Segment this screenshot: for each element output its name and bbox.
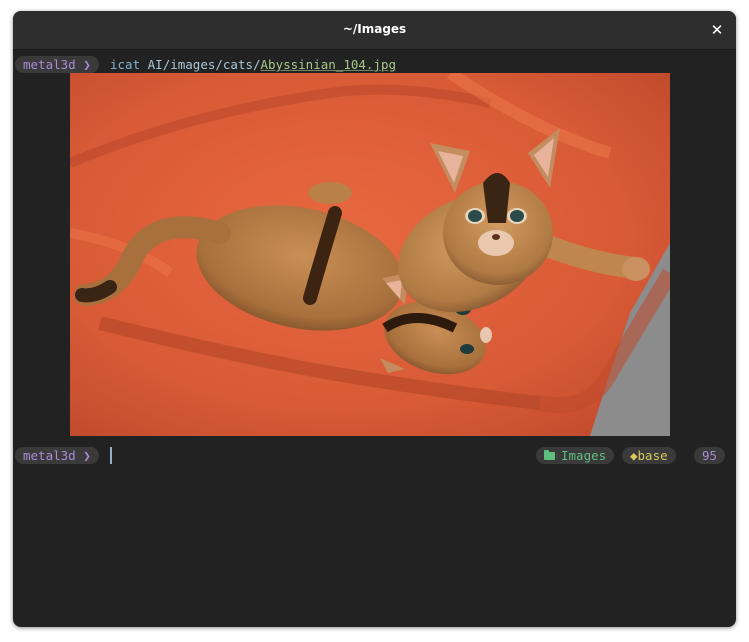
cat-photo xyxy=(70,73,670,436)
env-segment: ◆base xyxy=(622,447,676,464)
terminal-window: ~/Images ✕ metal3d ❯ icat AI/images/cats… xyxy=(13,11,736,627)
prompt-badge: metal3d ❯ xyxy=(15,447,99,464)
window-title: ~/Images xyxy=(342,22,407,36)
command-line: icat AI/images/cats/Abyssinian_104.jpg xyxy=(110,56,396,73)
text-cursor xyxy=(110,447,112,464)
terminal-body[interactable]: metal3d ❯ icat AI/images/cats/Abyssinian… xyxy=(13,50,736,627)
command-filename[interactable]: Abyssinian_104.jpg xyxy=(261,57,396,72)
close-icon[interactable]: ✕ xyxy=(706,19,728,41)
exit-code-segment: 95 xyxy=(694,447,726,464)
command-path: AI/images/cats/ xyxy=(147,57,261,72)
dir-label: Images xyxy=(561,448,607,463)
command-program: icat xyxy=(110,57,141,72)
title-bar[interactable]: ~/Images ✕ xyxy=(13,11,736,50)
dir-segment: Images xyxy=(536,447,615,464)
folder-icon xyxy=(544,450,555,460)
prompt-badge: metal3d ❯ xyxy=(15,56,99,73)
cat-photo-icon xyxy=(70,73,670,436)
